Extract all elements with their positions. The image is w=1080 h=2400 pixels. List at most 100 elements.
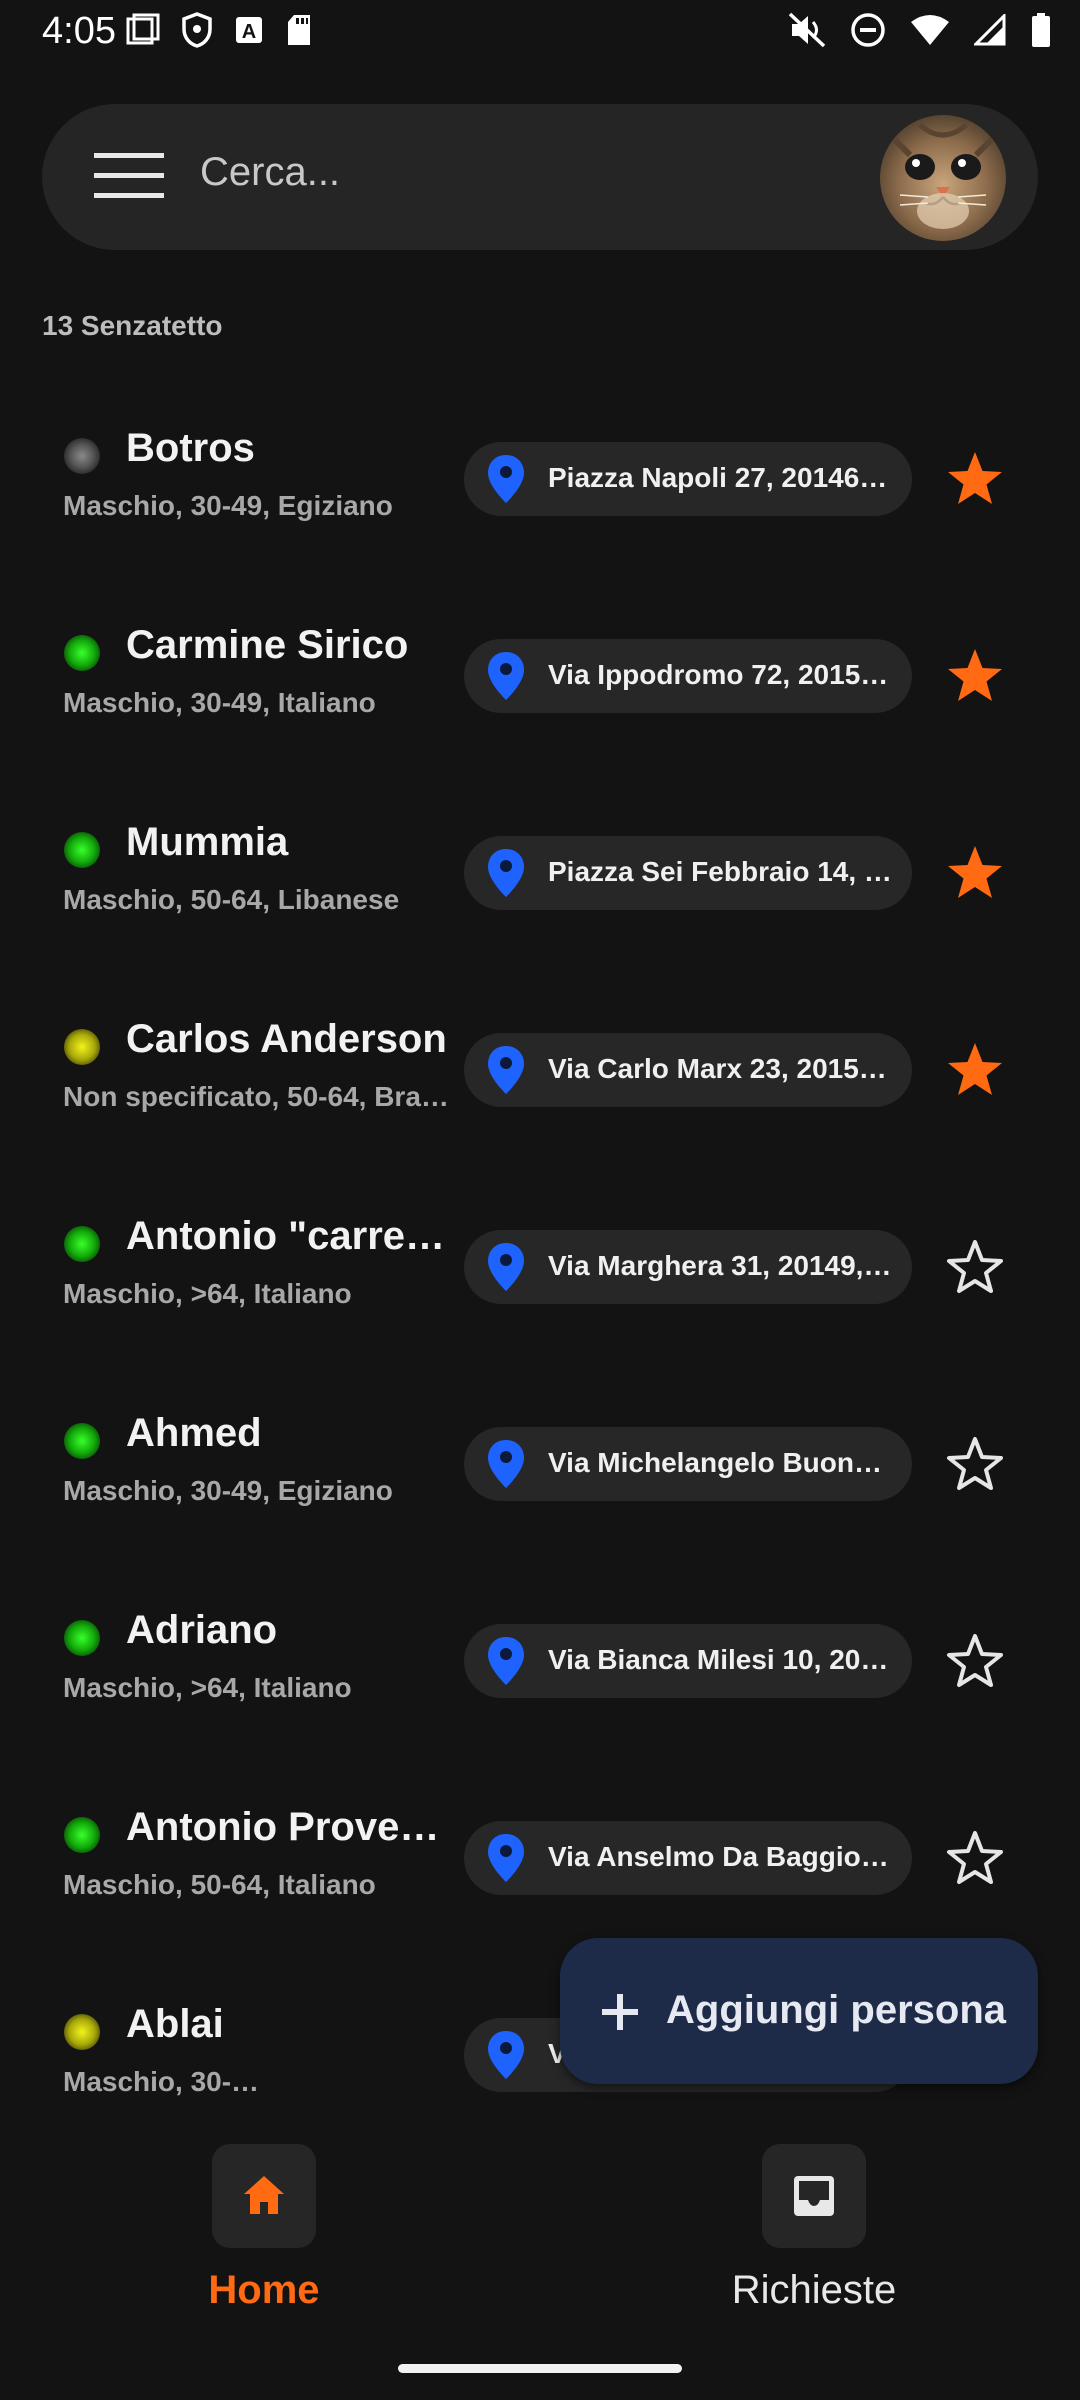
do-not-disturb-icon bbox=[851, 13, 885, 47]
address-chip[interactable]: Piazza Napoli 27, 20146, Milano bbox=[464, 442, 912, 516]
add-person-button[interactable]: Aggiungi persona bbox=[560, 1938, 1038, 2084]
status-dot bbox=[64, 832, 100, 868]
person-name: Antonio Provenzano bbox=[126, 1805, 456, 1849]
nav-label-home: Home bbox=[208, 2268, 320, 2312]
address-chip[interactable]: Via Marghera 31, 20149, Milano bbox=[464, 1230, 912, 1304]
address-text: Via Carlo Marx 23, 20153, Milano bbox=[548, 1053, 894, 1084]
address-chip[interactable]: Via Ippodromo 72, 20151, Milano bbox=[464, 639, 912, 713]
menu-icon[interactable] bbox=[90, 149, 170, 205]
person-row[interactable]: Ahmed Maschio, 30-49, Egiziano Via Michela… bbox=[0, 1367, 1080, 1564]
list-count-label: 13 Senzatetto bbox=[42, 310, 223, 341]
status-dot bbox=[64, 1620, 100, 1656]
star-filled-icon[interactable] bbox=[944, 1039, 1006, 1101]
star-filled-icon[interactable] bbox=[944, 842, 1006, 904]
star-outline-icon[interactable] bbox=[944, 1236, 1006, 1298]
nav-label-requests: Richieste bbox=[731, 2268, 897, 2312]
address-chip[interactable]: Via Carlo Marx 23, 20153, Milano bbox=[464, 1033, 912, 1107]
person-row[interactable]: Carlos Anderson Non specificato, 50-64, B… bbox=[0, 973, 1080, 1170]
signal-icon bbox=[974, 14, 1006, 46]
status-dot bbox=[64, 2014, 100, 2050]
person-details: Maschio, 50-64, Libanese bbox=[63, 884, 400, 915]
person-row[interactable]: Adriano Maschio, >64, Italiano Via Bianca … bbox=[0, 1564, 1080, 1761]
address-text: Piazza Sei Febbraio 14, Milano bbox=[548, 856, 894, 887]
svg-text:A: A bbox=[242, 21, 256, 43]
person-list: Botros Maschio, 30-49, Egiziano Piazza Nap… bbox=[0, 382, 1080, 2112]
inbox-icon-container bbox=[762, 2144, 866, 2248]
address-text: Via Bianca Milesi 10, 20152, Milano bbox=[548, 1644, 894, 1675]
person-details: Maschio, 50-64, Italiano bbox=[63, 1869, 376, 1900]
location-pin-icon bbox=[486, 453, 526, 505]
person-name: Ablai bbox=[126, 2002, 224, 2046]
person-row[interactable]: Antonio "carrello" Maschio, >64, Italiano… bbox=[0, 1170, 1080, 1367]
person-row[interactable]: Antonio Provenzano Maschio, 50-64, Italia… bbox=[0, 1761, 1080, 1958]
sd-card-icon bbox=[288, 15, 310, 45]
gesture-home-indicator bbox=[398, 2364, 682, 2373]
search-input[interactable]: Cerca... bbox=[200, 150, 340, 195]
location-pin-icon bbox=[486, 2029, 526, 2081]
home-icon bbox=[244, 2176, 284, 2214]
shield-icon bbox=[182, 12, 212, 48]
status-dot bbox=[64, 1029, 100, 1065]
bottom-navigation: Home Richieste bbox=[0, 2112, 1080, 2400]
font-a-icon: A bbox=[236, 17, 262, 43]
address-chip[interactable]: Via Bianca Milesi 10, 20152, Milano bbox=[464, 1624, 912, 1698]
person-row[interactable]: Botros Maschio, 30-49, Egiziano Piazza Nap… bbox=[0, 382, 1080, 579]
person-details: Non specificato, 50-64, Brasiliano bbox=[63, 1081, 457, 1112]
person-row[interactable]: Mummia Maschio, 50-64, Libanese Piazza Sei… bbox=[0, 776, 1080, 973]
location-pin-icon bbox=[486, 650, 526, 702]
address-chip[interactable]: Via Michelangelo Buonarroti, Milano bbox=[464, 1427, 912, 1501]
search-bar[interactable]: Cerca... bbox=[42, 104, 1038, 250]
avatar[interactable] bbox=[880, 115, 1006, 241]
status-time: 4:05 bbox=[42, 10, 116, 52]
person-row[interactable]: Carmine Sirico Maschio, 30-49, Italiano Vi… bbox=[0, 579, 1080, 776]
home-icon-container bbox=[212, 2144, 316, 2248]
address-chip[interactable]: Via Anselmo Da Baggio 12, Milano bbox=[464, 1821, 912, 1895]
address-text: Via Ippodromo 72, 20151, Milano bbox=[548, 659, 894, 690]
status-bar: 4:05 A bbox=[0, 0, 1080, 64]
person-name: Botros bbox=[126, 426, 255, 470]
location-pin-icon bbox=[486, 1832, 526, 1884]
inbox-icon bbox=[794, 2176, 834, 2216]
cat-avatar-image bbox=[880, 115, 1006, 241]
status-dot bbox=[64, 1817, 100, 1853]
location-pin-icon bbox=[486, 1044, 526, 1096]
status-dot bbox=[64, 635, 100, 671]
status-dot bbox=[64, 438, 100, 474]
star-outline-icon[interactable] bbox=[944, 1630, 1006, 1692]
person-name: Carmine Sirico bbox=[126, 623, 409, 667]
address-text: Via Michelangelo Buonarroti, Milano bbox=[548, 1447, 894, 1478]
star-outline-icon[interactable] bbox=[944, 1827, 1006, 1889]
person-name: Carlos Anderson bbox=[126, 1017, 447, 1061]
address-text: Piazza Napoli 27, 20146, Milano bbox=[548, 462, 894, 493]
person-details: Maschio, 30-49, Egiziano bbox=[63, 1475, 393, 1506]
star-filled-icon[interactable] bbox=[944, 645, 1006, 707]
person-details: Maschio, >64, Italiano bbox=[63, 1672, 352, 1703]
location-pin-icon bbox=[486, 1241, 526, 1293]
status-left-icons: A bbox=[126, 12, 312, 48]
nav-item-home[interactable]: Home bbox=[114, 2144, 414, 2344]
star-filled-icon[interactable] bbox=[944, 448, 1006, 510]
person-details: Maschio, 30-49, Egiziano bbox=[63, 490, 393, 521]
person-name: Mummia bbox=[126, 820, 289, 864]
location-pin-icon bbox=[486, 1635, 526, 1687]
add-person-label: Aggiungi persona bbox=[666, 1988, 1006, 2032]
wifi-icon bbox=[911, 15, 949, 45]
status-dot bbox=[64, 1423, 100, 1459]
battery-icon bbox=[1032, 13, 1050, 47]
person-details: Maschio, 30-49, Italiano bbox=[63, 687, 376, 718]
person-details: Maschio, >64, Italiano bbox=[63, 1278, 352, 1309]
status-right-icons bbox=[788, 12, 1052, 48]
person-name: Antonio "carrello" bbox=[126, 1214, 456, 1258]
person-details: Maschio, 30-… bbox=[63, 2066, 260, 2097]
star-outline-icon[interactable] bbox=[944, 1433, 1006, 1495]
person-name: Adriano bbox=[126, 1608, 278, 1652]
screenshot-icon bbox=[126, 13, 160, 45]
address-text: Via Anselmo Da Baggio 12, Milano bbox=[548, 1841, 894, 1872]
status-dot bbox=[64, 1226, 100, 1262]
nav-item-requests[interactable]: Richieste bbox=[664, 2144, 964, 2344]
address-text: Via Marghera 31, 20149, Milano bbox=[548, 1250, 894, 1281]
mute-icon bbox=[788, 12, 826, 48]
person-name: Ahmed bbox=[126, 1411, 262, 1455]
plus-icon bbox=[602, 1994, 638, 2030]
address-chip[interactable]: Piazza Sei Febbraio 14, Milano bbox=[464, 836, 912, 910]
